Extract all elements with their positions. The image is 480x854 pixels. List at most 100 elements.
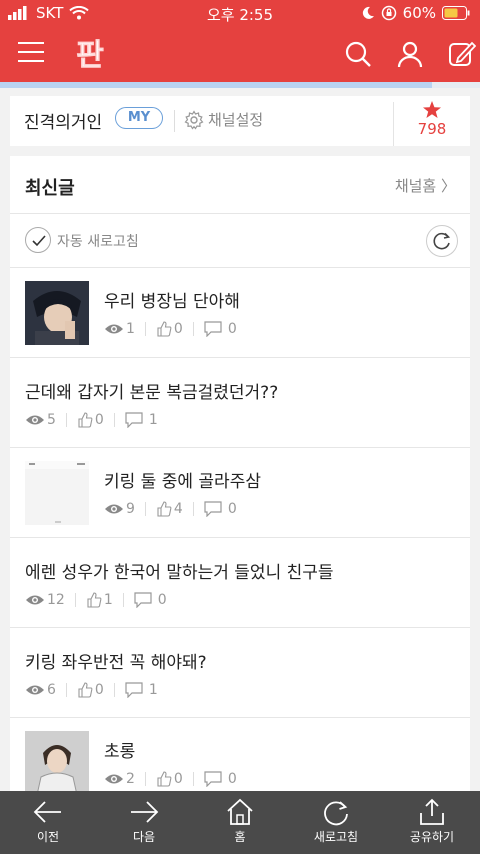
back-button[interactable]: 이전 xyxy=(0,791,96,854)
divider xyxy=(65,683,67,697)
forward-button[interactable]: 다음 xyxy=(96,791,192,854)
post-row[interactable]: 초롱 2 0 0 xyxy=(10,718,470,792)
thumbs-up-icon xyxy=(157,321,172,337)
write-icon[interactable] xyxy=(448,40,476,68)
thumbs-up-icon xyxy=(87,592,102,608)
share-icon xyxy=(420,798,444,825)
channel-settings-button[interactable]: 채널설정 xyxy=(208,109,263,130)
eye-icon xyxy=(105,324,123,334)
post-title[interactable]: 키링 좌우반전 꼭 해야돼? xyxy=(25,648,207,673)
post-title[interactable]: 에렌 성우가 한국어 말하는거 들었니 친구들 xyxy=(25,558,334,583)
post-meta: 5 0 1 xyxy=(25,412,158,428)
post-title[interactable]: 우리 병장님 단아해 xyxy=(104,287,240,312)
reload-button[interactable]: 새로고침 xyxy=(288,791,384,854)
scroll-progress-fill xyxy=(0,82,432,88)
thumbs-up-icon xyxy=(157,501,172,517)
post-row[interactable]: 에렌 성우가 한국어 말하는거 들었니 친구들 12 1 0 xyxy=(10,538,470,628)
home-button[interactable]: 홈 xyxy=(192,791,288,854)
like-count: 0 xyxy=(173,321,183,337)
refresh-icon xyxy=(433,232,451,250)
feed-header: 최신글 채널홈 〉 xyxy=(10,156,470,214)
view-count: 6 xyxy=(47,682,56,698)
refresh-button[interactable] xyxy=(426,225,458,257)
search-icon[interactable] xyxy=(344,40,372,68)
divider xyxy=(74,593,76,607)
post-row[interactable]: 근데왜 갑자기 본문 복금걸렸던거?? 5 0 1 xyxy=(10,358,470,448)
feed-title: 최신글 xyxy=(25,178,75,199)
divider xyxy=(144,322,146,336)
like-count: 1 xyxy=(103,592,113,608)
comment-count: 0 xyxy=(227,771,237,787)
comments-stat: 0 xyxy=(134,592,167,608)
channel-bar: 진격의거인 MY 채널설정 798 xyxy=(10,96,470,146)
battery-icon xyxy=(442,6,470,20)
latest-posts-card: 최신글 채널홈 〉 자동 새로고침 우리 병장님 단아해 1 0 0 근데왜 갑자기 본… xyxy=(10,156,470,792)
divider xyxy=(192,772,194,786)
user-icon[interactable] xyxy=(396,40,424,68)
comment-count: 1 xyxy=(148,682,158,698)
divider xyxy=(113,683,115,697)
view-count: 5 xyxy=(47,412,56,428)
post-meta: 12 1 0 xyxy=(25,592,167,608)
auto-refresh-checkbox[interactable] xyxy=(25,227,51,253)
views-stat: 5 xyxy=(25,412,56,428)
post-list: 우리 병장님 단아해 1 0 0 근데왜 갑자기 본문 복금걸렸던거?? 5 0 1 키링 둘 … xyxy=(10,268,470,792)
view-count: 1 xyxy=(126,321,135,337)
divider xyxy=(174,110,175,132)
post-row[interactable]: 키링 둘 중에 골라주삼 9 4 0 xyxy=(10,448,470,538)
likes-stat: 0 xyxy=(77,682,104,698)
home-label: 홈 xyxy=(234,830,246,844)
thumbs-up-icon xyxy=(157,771,172,787)
app-bar: 판 xyxy=(0,26,480,82)
forward-label: 다음 xyxy=(132,830,156,844)
gear-icon[interactable] xyxy=(184,110,204,130)
share-button[interactable]: 공유하기 xyxy=(384,791,480,854)
channel-home-link[interactable]: 채널홈 〉 xyxy=(395,175,456,196)
likes-stat: 4 xyxy=(156,501,183,517)
post-title[interactable]: 키링 둘 중에 골라주삼 xyxy=(104,467,261,492)
reload-label: 새로고침 xyxy=(313,830,359,844)
menu-icon[interactable] xyxy=(18,42,44,64)
back-label: 이전 xyxy=(36,830,60,844)
comments-stat: 0 xyxy=(204,501,237,517)
views-stat: 6 xyxy=(25,682,56,698)
post-meta: 1 0 0 xyxy=(104,321,237,337)
comment-count: 0 xyxy=(157,592,167,608)
eye-icon xyxy=(105,774,123,784)
post-title[interactable]: 근데왜 갑자기 본문 복금걸렸던거?? xyxy=(25,378,278,403)
eye-icon xyxy=(105,504,123,514)
post-meta: 2 0 0 xyxy=(104,771,237,787)
divider xyxy=(144,502,146,516)
pann-logo[interactable]: 판 xyxy=(72,36,108,72)
views-stat: 1 xyxy=(104,321,135,337)
divider xyxy=(393,102,394,146)
view-count: 2 xyxy=(126,771,135,787)
comment-count: 1 xyxy=(148,412,158,428)
star-icon[interactable] xyxy=(422,100,442,120)
auto-refresh-row: 자동 새로고침 xyxy=(10,214,470,268)
post-row[interactable]: 우리 병장님 단아해 1 0 0 xyxy=(10,268,470,358)
svg-text:판: 판 xyxy=(76,38,104,72)
post-meta: 6 0 1 xyxy=(25,682,158,698)
channel-name[interactable]: 진격의거인 xyxy=(24,108,102,133)
like-count: 0 xyxy=(173,771,183,787)
status-bar: SKT 오후 2:55 60% xyxy=(0,0,480,26)
divider xyxy=(122,593,124,607)
post-thumbnail[interactable] xyxy=(25,281,89,345)
battery-percent: 60% xyxy=(402,4,436,22)
comments-stat: 0 xyxy=(204,321,237,337)
eye-icon xyxy=(26,415,44,425)
thumbs-up-icon xyxy=(78,412,93,428)
comment-count: 0 xyxy=(227,321,237,337)
bottom-nav: 이전 다음 홈 새로고침 공유하기 xyxy=(0,791,480,854)
reload-icon xyxy=(324,801,348,826)
likes-stat: 0 xyxy=(156,771,183,787)
post-row[interactable]: 키링 좌우반전 꼭 해야돼? 6 0 1 xyxy=(10,628,470,718)
divider xyxy=(65,413,67,427)
post-title[interactable]: 초롱 xyxy=(104,737,135,762)
post-thumbnail[interactable] xyxy=(25,731,89,792)
comments-stat: 1 xyxy=(125,682,158,698)
post-thumbnail[interactable] xyxy=(25,461,89,525)
view-count: 12 xyxy=(47,592,65,608)
comment-icon xyxy=(204,501,222,517)
